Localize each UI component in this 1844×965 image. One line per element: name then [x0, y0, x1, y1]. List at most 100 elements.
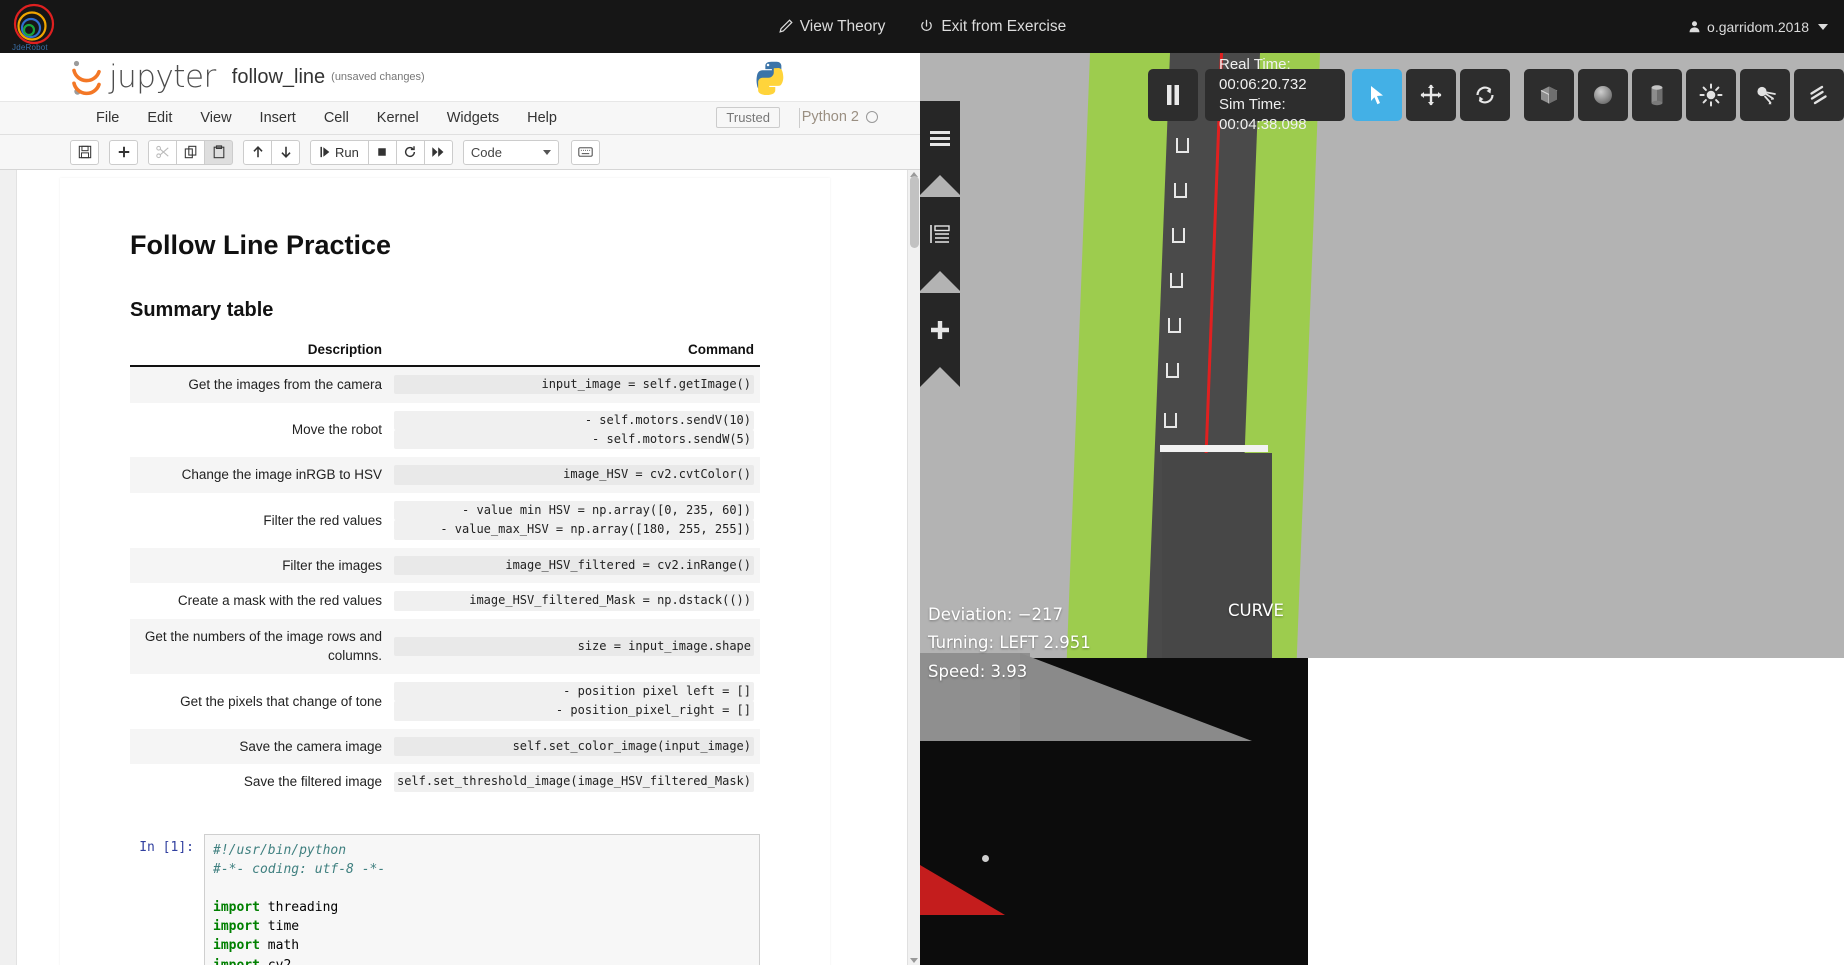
cell-description: Filter the images: [130, 547, 388, 584]
insert-cylinder-button[interactable]: [1632, 69, 1682, 121]
toolbar-group-edit: [148, 139, 233, 165]
table-row: Create a mask with the red values image_…: [130, 583, 760, 619]
command-line: self.set_threshold_image(image_HSV_filte…: [393, 772, 754, 792]
road-marker: [1166, 363, 1179, 378]
cell-type-select[interactable]: Code: [462, 139, 559, 165]
viewport-background: [1308, 53, 1844, 658]
pause-button[interactable]: [1148, 69, 1198, 121]
road-stop-line: [1160, 445, 1268, 452]
cell-command: self.set_threshold_image(image_HSV_filte…: [388, 764, 760, 800]
menu-cell[interactable]: Cell: [310, 107, 363, 129]
insert-shapes-group: [1524, 69, 1844, 121]
speed-label: Speed:: [928, 661, 986, 681]
cell-type-value: Code: [470, 144, 502, 160]
paste-icon: [213, 145, 224, 159]
view-theory-button[interactable]: View Theory: [778, 18, 885, 36]
table-row: Save the camera image self.set_color_ima…: [130, 728, 760, 765]
simulator-side-tabs: [920, 101, 960, 389]
copy-cell-button[interactable]: [176, 139, 205, 165]
simulator-tab-layers[interactable]: [920, 197, 960, 291]
menu-view[interactable]: View: [186, 107, 245, 129]
jupyter-logo[interactable]: jupyter: [70, 58, 216, 96]
cylinder-icon: [1651, 85, 1663, 106]
sim-time-value: 00:04:38.098: [1219, 116, 1307, 134]
state-label: CURVE: [1228, 601, 1284, 620]
paste-cell-button[interactable]: [204, 139, 233, 165]
jupyter-header: jupyter follow_line (unsaved changes): [0, 53, 920, 102]
command-line: - position pixel left = []: [393, 681, 754, 702]
cell-command: - position pixel left = [] - position_pi…: [388, 674, 760, 729]
notebook-name[interactable]: follow_line: [232, 66, 325, 89]
exit-exercise-button[interactable]: Exit from Exercise: [919, 18, 1066, 36]
turning-label: Turning:: [928, 633, 995, 653]
user-icon: [1689, 21, 1700, 33]
jupyter-toolbar: Run Code: [0, 135, 920, 170]
road-marker: [1164, 413, 1177, 428]
translate-tool-button[interactable]: [1406, 69, 1456, 121]
menu-insert[interactable]: Insert: [246, 107, 310, 129]
simulator-tab-insert[interactable]: [920, 293, 960, 387]
summary-table: Description Command Get the images from …: [130, 336, 760, 800]
code-cell[interactable]: In [1]: #!/usr/bin/python #-*- coding: ut…: [130, 833, 760, 965]
keyboard-icon: [578, 147, 593, 157]
cut-cell-button[interactable]: [148, 139, 177, 165]
simulator-viewport[interactable]: [920, 53, 1844, 658]
code-editor[interactable]: #!/usr/bin/python #-*- coding: utf-8 -*- …: [204, 833, 760, 965]
cell-description: Get the pixels that change of tone: [180, 693, 382, 709]
notebook-scrollbar[interactable]: [907, 170, 920, 965]
toolbar-group-palette: [570, 139, 600, 165]
cell-command: size = input_image.shape: [387, 618, 760, 674]
insert-cell-button[interactable]: [109, 139, 138, 165]
table-row: Get the images from the camera input_ima…: [130, 366, 760, 403]
rotate-tool-button[interactable]: [1460, 69, 1510, 121]
interrupt-kernel-button[interactable]: [367, 139, 397, 165]
deviation-value: −217: [1017, 605, 1064, 624]
select-tool-button[interactable]: [1352, 69, 1402, 121]
insert-box-button[interactable]: [1524, 69, 1574, 121]
scroll-down-icon[interactable]: [910, 958, 918, 963]
scissors-icon: [155, 145, 169, 159]
toolbar-group-file: [70, 139, 99, 165]
command-line: - self.motors.sendW(5): [393, 429, 754, 450]
top-navbar: JdeRobot View Theory Exit from Exercise: [0, 0, 1844, 53]
road-near-surface: [1162, 453, 1272, 658]
menu-widgets[interactable]: Widgets: [433, 107, 513, 129]
robot-body: [920, 865, 1005, 915]
menu-help[interactable]: Help: [513, 107, 571, 129]
road-marker: [1172, 228, 1185, 243]
insert-directional-light-button[interactable]: [1794, 69, 1844, 121]
kernel-indicator[interactable]: Python 2: [802, 109, 878, 125]
command-line: - self.motors.sendV(10): [393, 410, 754, 430]
translate-icon: [1420, 84, 1442, 106]
command-palette-button[interactable]: [570, 139, 600, 165]
insert-point-light-button[interactable]: [1686, 69, 1736, 121]
code-line: import math: [213, 936, 751, 955]
toolbar-group-add: [109, 139, 138, 165]
fast-forward-icon: [432, 147, 444, 157]
deviation-row: Deviation: −217: [928, 601, 1091, 629]
cell-description: Change the image inRGB to HSV: [130, 457, 388, 493]
insert-sphere-button[interactable]: [1578, 69, 1628, 121]
move-cell-down-button[interactable]: [271, 139, 300, 165]
code-line: import time: [213, 917, 751, 936]
cell-description: Create a mask with the red values: [177, 593, 382, 609]
menu-kernel[interactable]: Kernel: [363, 107, 433, 129]
scrollbar-thumb[interactable]: [910, 176, 919, 248]
restart-kernel-button[interactable]: [395, 139, 425, 165]
insert-spot-light-button[interactable]: [1740, 69, 1790, 121]
restart-run-all-button[interactable]: [423, 139, 453, 165]
run-cell-button[interactable]: Run: [310, 139, 369, 165]
simulator-tab-world[interactable]: [920, 101, 960, 195]
table-row: Filter the images image_HSV_filtered = c…: [130, 547, 760, 584]
move-cell-up-button[interactable]: [243, 139, 272, 165]
column-header-command: Command: [387, 336, 760, 367]
menubar-divider: [799, 108, 800, 128]
user-menu[interactable]: o.garridom.2018: [1688, 0, 1828, 53]
trusted-badge[interactable]: Trusted: [716, 107, 780, 128]
save-button[interactable]: [70, 139, 99, 165]
menu-edit[interactable]: Edit: [133, 107, 186, 129]
save-icon: [78, 145, 91, 159]
cell-description: Get the images from the camera: [130, 366, 388, 403]
menu-file[interactable]: File: [82, 107, 133, 129]
